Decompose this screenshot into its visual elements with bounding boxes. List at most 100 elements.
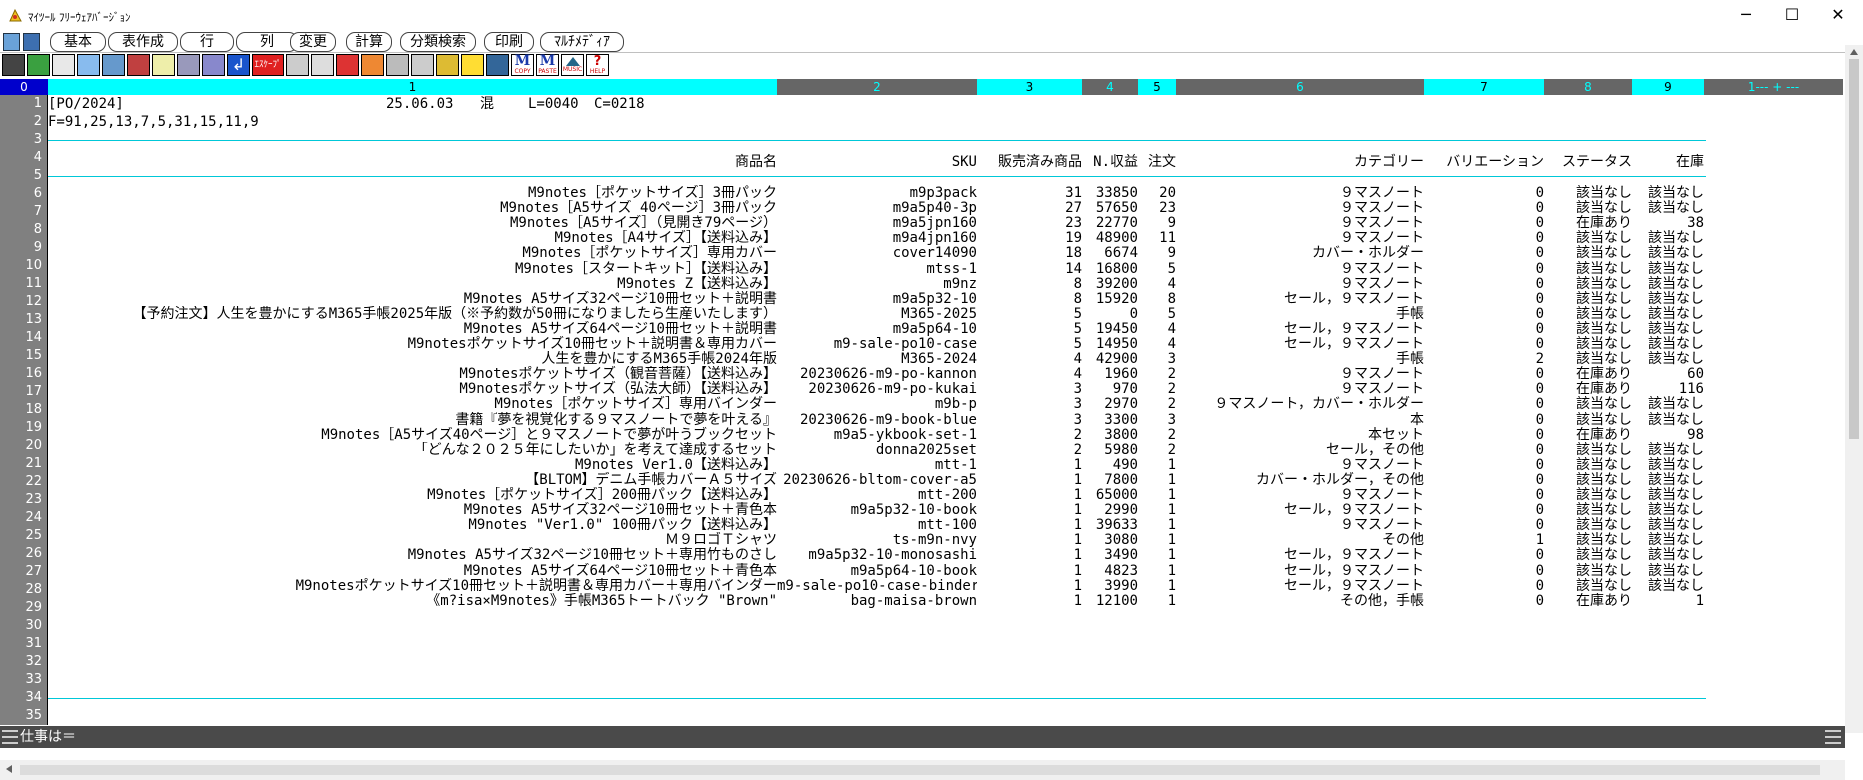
save-icon[interactable]	[102, 54, 125, 76]
cell-sku[interactable]: m9a5p40-3p	[777, 200, 977, 216]
cell-revenue[interactable]: 3800	[1082, 427, 1138, 443]
music-button[interactable]: MUSIC	[561, 54, 584, 76]
close-button[interactable]: ✕	[1815, 2, 1861, 28]
row-number[interactable]: 4	[2, 149, 42, 167]
cell-revenue[interactable]: 2990	[1082, 502, 1138, 518]
cell-stock[interactable]: 該当なし	[1632, 578, 1704, 594]
cell-revenue[interactable]: 3080	[1082, 532, 1138, 548]
cell-stock[interactable]: 116	[1632, 381, 1704, 397]
cell-sku[interactable]: m9-sale-po10-case	[777, 336, 977, 352]
cell-revenue[interactable]: 33850	[1082, 185, 1138, 201]
row-number[interactable]: 11	[2, 275, 42, 293]
row-number[interactable]: 7	[2, 203, 42, 221]
cell-sold[interactable]: 18	[977, 245, 1082, 261]
cell-status[interactable]: 該当なし	[1544, 578, 1632, 594]
cell-orders[interactable]: 4	[1138, 321, 1176, 337]
cell-product-name[interactable]: M9notes A5サイズ64ページ10冊セット＋青色本	[48, 563, 777, 579]
cell-stock[interactable]: 38	[1632, 215, 1704, 231]
title-icon[interactable]	[52, 54, 75, 76]
screen-icon[interactable]	[486, 54, 509, 76]
cell-category[interactable]: ９マスノート	[1176, 215, 1424, 231]
cell-sku[interactable]: cover14090	[777, 245, 977, 261]
cell-category[interactable]: セール，９マスノート	[1176, 291, 1424, 307]
scroll-up-icon[interactable]	[1850, 49, 1858, 55]
cell-revenue[interactable]: 1960	[1082, 366, 1138, 382]
print-icon[interactable]	[177, 54, 200, 76]
cell-orders[interactable]: 1	[1138, 563, 1176, 579]
cell-category[interactable]: 手帳	[1176, 351, 1424, 367]
row-number[interactable]: 15	[2, 347, 42, 365]
cell-product-name[interactable]: Ｍ９ロゴＴシャツ	[48, 532, 777, 548]
cell-variation[interactable]: 0	[1424, 563, 1544, 579]
list-view-icon[interactable]	[23, 33, 40, 51]
cell-sku[interactable]: mtt-100	[777, 517, 977, 533]
cell-stock[interactable]: 該当なし	[1632, 517, 1704, 533]
cell-sku[interactable]: m9nz	[777, 276, 977, 292]
cell-sold[interactable]: 3	[977, 396, 1082, 412]
cell-status[interactable]: 該当なし	[1544, 396, 1632, 412]
ruler-col-4[interactable]: 4	[1082, 79, 1138, 95]
cell-revenue[interactable]: 65000	[1082, 487, 1138, 503]
cell-sold[interactable]: 31	[977, 185, 1082, 201]
cell-status[interactable]: 該当なし	[1544, 532, 1632, 548]
cell-sold[interactable]: 3	[977, 381, 1082, 397]
cell-sku[interactable]: m9b-p	[777, 396, 977, 412]
cell-orders[interactable]: 5	[1138, 261, 1176, 277]
row-number[interactable]: 10	[2, 257, 42, 275]
row-number[interactable]: 12	[2, 293, 42, 311]
cell-stock[interactable]: 該当なし	[1632, 412, 1704, 428]
row-number[interactable]: 23	[2, 491, 42, 509]
cell-sold[interactable]: 23	[977, 215, 1082, 231]
cell-product-name[interactable]: M9notes［ポケットサイズ］専用バインダー	[48, 396, 777, 412]
folder-icon[interactable]	[152, 54, 175, 76]
cell-orders[interactable]: 3	[1138, 412, 1176, 428]
cell-product-name[interactable]: M9notes A5サイズ32ページ10冊セット＋青色本	[48, 502, 777, 518]
cell-sold[interactable]: 5	[977, 336, 1082, 352]
cell-sku[interactable]: mtt-1	[777, 457, 977, 473]
cell-variation[interactable]: 0	[1424, 230, 1544, 246]
cell-category[interactable]: ９マスノート	[1176, 366, 1424, 382]
cell-product-name[interactable]: 書籍『夢を視覚化する９マスノートで夢を叶える』	[48, 412, 777, 428]
cell-orders[interactable]: 9	[1138, 245, 1176, 261]
cell-stock[interactable]: 該当なし	[1632, 563, 1704, 579]
row-number[interactable]: 9	[2, 239, 42, 257]
ruler-col-6[interactable]: 6	[1176, 79, 1424, 95]
cell-revenue[interactable]: 3490	[1082, 547, 1138, 563]
row-number[interactable]: 33	[2, 671, 42, 689]
cell-product-name[interactable]: M9notes［スタートキット］【送料込み】	[48, 261, 777, 277]
cell-product-name[interactable]: M9notesポケットサイズ（弘法大師）【送料込み】	[48, 381, 777, 397]
cell-category[interactable]: ９マスノート	[1176, 381, 1424, 397]
cell-sku[interactable]: ts-m9n-nvy	[777, 532, 977, 548]
cell-orders[interactable]: 1	[1138, 547, 1176, 563]
row-number[interactable]: 19	[2, 419, 42, 437]
cell-sold[interactable]: 4	[977, 366, 1082, 382]
open-icon[interactable]	[127, 54, 150, 76]
cell-sold[interactable]: 19	[977, 230, 1082, 246]
ruler-col-0[interactable]: 0	[0, 79, 48, 95]
cell-category[interactable]: ９マスノート	[1176, 457, 1424, 473]
cell-orders[interactable]: 4	[1138, 276, 1176, 292]
cell-status[interactable]: 在庫あり	[1544, 366, 1632, 382]
cell-status[interactable]: 該当なし	[1544, 517, 1632, 533]
cell-category[interactable]: セール，その他	[1176, 442, 1424, 458]
cell-revenue[interactable]: 22770	[1082, 215, 1138, 231]
cell-sold[interactable]: 1	[977, 472, 1082, 488]
pencil-icon[interactable]	[386, 54, 409, 76]
menu-change[interactable]: 変更	[290, 32, 336, 52]
ruler-col-5[interactable]: 5	[1138, 79, 1176, 95]
cell-sku[interactable]: m9a5p64-10	[777, 321, 977, 337]
cell-category[interactable]: ９マスノート，カバー・ホルダー	[1176, 396, 1424, 412]
row-number[interactable]: 24	[2, 509, 42, 527]
cell-product-name[interactable]: M9notes Ver1.0【送料込み】	[48, 457, 777, 473]
cell-revenue[interactable]: 42900	[1082, 351, 1138, 367]
cell-sku[interactable]: M365-2025	[777, 306, 977, 322]
cell-status[interactable]: 在庫あり	[1544, 215, 1632, 231]
cell-sold[interactable]: 1	[977, 593, 1082, 609]
move-icon[interactable]	[361, 54, 384, 76]
row-number[interactable]: 29	[2, 599, 42, 617]
cell-product-name[interactable]: 【BLTOM】デニム手帳カバーＡ５サイズ	[48, 472, 777, 488]
cell-revenue[interactable]: 490	[1082, 457, 1138, 473]
cell-status[interactable]: 在庫あり	[1544, 593, 1632, 609]
cell-revenue[interactable]: 16800	[1082, 261, 1138, 277]
cell-orders[interactable]: 23	[1138, 200, 1176, 216]
